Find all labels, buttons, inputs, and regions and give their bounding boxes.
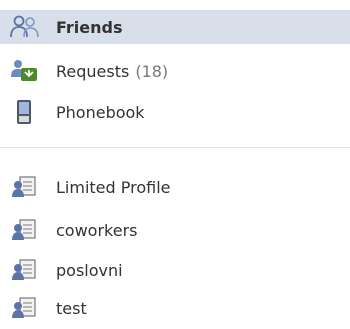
friends-icon xyxy=(10,15,40,39)
friend-list-icon xyxy=(10,258,40,282)
list-item-label: Limited Profile xyxy=(56,177,171,197)
nav-item-phonebook-label: Phonebook xyxy=(56,102,145,122)
friend-list-icon xyxy=(10,175,40,199)
requests-count: (18) xyxy=(135,61,169,81)
list-item-label: coworkers xyxy=(56,220,138,240)
list-item-label: poslovni xyxy=(56,260,123,280)
friend-request-icon xyxy=(10,59,40,83)
nav-item-phonebook[interactable]: Phonebook xyxy=(10,96,145,128)
nav-item-requests-label: Requests xyxy=(56,61,130,81)
list-item-label: test xyxy=(56,298,87,318)
phone-icon xyxy=(10,100,40,124)
nav-item-requests[interactable]: Requests (18) xyxy=(10,55,168,87)
list-item-limited-profile[interactable]: Limited Profile xyxy=(10,171,171,203)
list-item-test[interactable]: test xyxy=(10,292,87,324)
menu-divider xyxy=(0,147,350,148)
nav-item-friends-label: Friends xyxy=(56,17,123,37)
friend-list-icon xyxy=(10,218,40,242)
friend-list-icon xyxy=(10,296,40,320)
nav-item-friends[interactable]: Friends xyxy=(0,10,350,44)
list-item-coworkers[interactable]: coworkers xyxy=(10,214,138,246)
list-item-poslovni[interactable]: poslovni xyxy=(10,254,123,286)
